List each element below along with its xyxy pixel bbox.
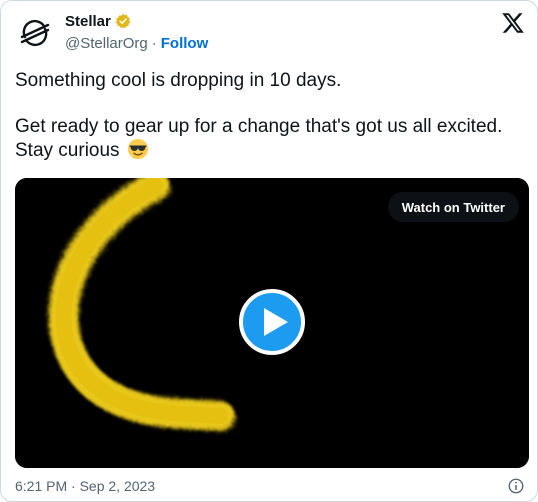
author-block: Stellar @StellarOrg · Follow [65, 11, 209, 53]
tweet-text: Something cool is dropping in 10 days. G… [15, 69, 525, 162]
tweet-card: Stellar @StellarOrg · Follow Something c… [0, 0, 538, 502]
tweet-line-3-row: Stay curious [15, 138, 525, 162]
x-logo-icon[interactable] [501, 11, 525, 35]
tweet-header: Stellar @StellarOrg · Follow [15, 11, 525, 53]
tweet-line-2: Get ready to gear up for a change that's… [15, 116, 503, 137]
stellar-logo-icon [20, 19, 50, 47]
sunglasses-emoji-icon [127, 139, 148, 159]
play-button-icon[interactable] [238, 288, 306, 356]
follow-button[interactable]: Follow [161, 35, 209, 52]
tweet-line-1: Something cool is dropping in 10 days. [15, 70, 342, 91]
watch-on-twitter-button[interactable]: Watch on Twitter [387, 192, 519, 222]
tweet-footer: 6:21 PM · Sep 2, 2023 [15, 478, 525, 498]
avatar[interactable] [15, 13, 55, 53]
info-icon[interactable] [507, 477, 525, 495]
author-handle[interactable]: @StellarOrg [65, 35, 148, 52]
separator-dot: · [151, 35, 157, 52]
tweet-line-3: Stay curious [15, 140, 120, 161]
video-player[interactable]: Watch on Twitter [15, 178, 529, 468]
verified-badge-icon [115, 13, 131, 29]
author-display-name[interactable]: Stellar [65, 13, 111, 30]
tweet-timestamp[interactable]: 6:21 PM · Sep 2, 2023 [15, 478, 155, 494]
